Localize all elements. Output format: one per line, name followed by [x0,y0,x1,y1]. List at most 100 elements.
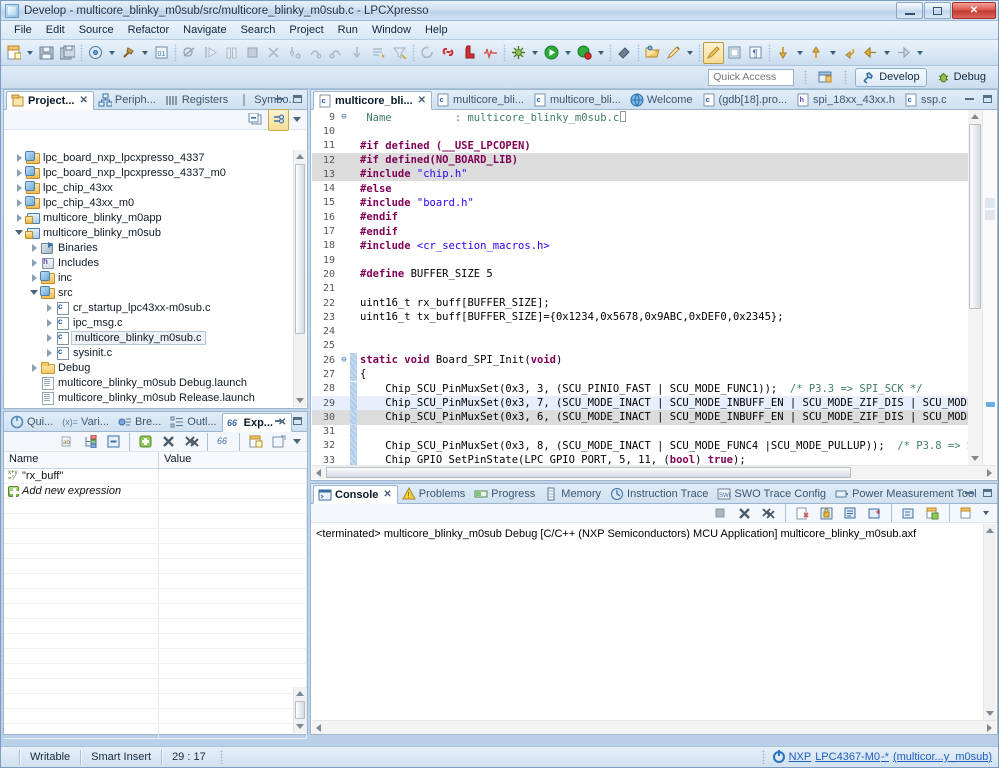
menu-source[interactable]: Source [72,22,121,38]
fold-marker[interactable]: ⊖ [338,355,350,365]
build-dropdown-arrow[interactable] [106,42,118,64]
code-line[interactable]: 13 #include "chip.h" [312,167,968,182]
run-icon[interactable] [541,42,562,64]
tab-project[interactable]: Project... ✕ [6,91,94,110]
tree-collapse-arrow[interactable] [13,230,25,235]
save-all-icon[interactable] [57,42,78,64]
tab-problems[interactable]: ! Problems [398,484,470,503]
tree-expand-arrow[interactable] [43,348,55,357]
code-line[interactable]: 26 ⊖ static void Board_SPI_Init(void) [312,353,968,368]
suspend-icon[interactable] [221,42,242,64]
remove-all-terminated-icon[interactable] [758,502,779,524]
scroll-right-arrow[interactable] [983,721,996,734]
status-target-suffix[interactable]: -* [881,751,889,763]
tree-item[interactable]: lpc_board_nxp_lpcxpresso_4337 [5,150,293,165]
code-line[interactable]: 21 [312,282,968,296]
tree-expand-arrow[interactable] [13,198,25,207]
tree-item[interactable]: multicore_blinky_m0sub.c [5,330,293,345]
tree-collapse-arrow[interactable] [28,290,40,295]
expression-value-cell[interactable] [159,469,307,483]
minimize-editor-icon[interactable] [963,92,976,105]
build-config-icon[interactable]: 01 [151,42,172,64]
status-target-device[interactable]: LPC4367-M0 [815,751,880,763]
toggle-mark-occurrences-icon[interactable] [703,41,724,64]
editor-vertical-scrollbar[interactable] [968,110,982,465]
tree-expand-arrow[interactable] [28,363,40,372]
expressions-scrollbar[interactable] [293,687,306,733]
code-line[interactable]: 17 #endif [312,224,968,238]
tab-console[interactable]: Console ✕ [313,485,398,504]
restart-icon[interactable] [417,42,438,64]
code-line[interactable]: 19 [312,253,968,267]
code-line[interactable]: 9 ⊖ Name : multicore_blinky_m0sub.c [312,110,968,124]
menu-project[interactable]: Project [282,22,330,38]
watch-expression-icon[interactable]: 66 [213,431,234,453]
scroll-up-arrow[interactable] [294,687,306,700]
menu-edit[interactable]: Edit [39,22,72,38]
tab-qui[interactable]: Qui... [6,412,58,431]
status-target-vendor[interactable]: NXP [789,751,812,763]
tab-registers[interactable]: Registers [161,90,233,109]
code-line[interactable]: 10 [312,124,968,138]
maximize-editor-icon[interactable] [981,92,994,105]
tree-item[interactable]: Includes [5,255,293,270]
minimize-view-icon[interactable] [273,414,286,427]
tab-close-icon[interactable]: ✕ [79,95,87,106]
trace-icon[interactable] [480,42,501,64]
debug-dropdown-arrow[interactable] [529,42,541,64]
remove-launch-icon[interactable] [734,502,755,524]
code-line[interactable]: 16 #endif [312,210,968,224]
tab-instruction-trace[interactable]: Instruction Trace [606,484,713,503]
next-annotation-icon[interactable] [773,42,794,64]
tab-power-measurement-tool[interactable]: Power Measurement Tool [831,484,982,503]
scroll-thumb[interactable] [295,164,305,334]
editor-horizontal-scrollbar[interactable] [312,465,996,479]
code-line[interactable]: 25 [312,339,968,353]
pin-console-icon[interactable] [864,502,885,524]
code-line[interactable]: 11 #if defined (__USE_LPCOPEN) [312,139,968,153]
tab-multicore-bli[interactable]: c multicore_bli... [529,90,626,109]
last-edit-location-icon[interactable] [839,42,860,64]
toolbar-drag-handle[interactable] [804,70,808,84]
new-console-view-icon[interactable] [956,502,977,524]
scroll-down-arrow[interactable] [294,720,306,733]
show-type-names-icon[interactable]: ab [57,431,78,453]
show-logical-structure-icon[interactable] [80,431,101,453]
perspective-debug-button[interactable]: Debug [931,68,992,87]
tree-expand-arrow[interactable] [13,168,25,177]
console-horizontal-scrollbar[interactable] [312,720,996,734]
tree-item[interactable]: multicore_blinky_m0sub Release.launch [5,390,293,405]
terminate-icon[interactable] [242,42,263,64]
new-file-icon[interactable] [3,42,24,64]
tree-item[interactable]: multicore_blinky_m0sub [5,225,293,240]
code-line[interactable]: 31 [312,424,968,439]
menu-refactor[interactable]: Refactor [121,22,177,38]
tab-periph[interactable]: Periph... [94,90,161,109]
console-output[interactable]: <terminated> multicore_blinky_m0sub Debu… [312,524,983,720]
perspective-develop-button[interactable]: Develop [855,67,927,87]
profile-icon[interactable] [574,42,595,64]
tree-expand-arrow[interactable] [13,183,25,192]
code-line[interactable]: 23 uint16_t tx_buff[BUFFER_SIZE]={0x1234,… [312,310,968,324]
editor-overview-ruler[interactable] [982,110,996,465]
tab-close-icon[interactable]: ✕ [383,489,391,500]
open-type-icon[interactable] [642,42,663,64]
code-line[interactable]: 30 Chip_SCU_PinMuxSet(0x3, 6, (SCU_MODE_… [312,410,968,425]
step-return-icon[interactable] [326,42,347,64]
scroll-left-arrow[interactable] [312,721,325,734]
previous-annotation-icon[interactable] [806,42,827,64]
tab-outl[interactable]: Outl... [166,412,221,431]
scroll-up-arrow[interactable] [294,150,306,163]
scroll-up-arrow[interactable] [984,524,996,537]
show-print-margin-icon[interactable]: ¶ [745,42,766,64]
tab-memory[interactable]: Memory [540,484,606,503]
tree-item[interactable]: multicore_blinky_m0app [5,210,293,225]
maximize-view-icon[interactable] [291,92,304,105]
expression-name-cell[interactable]: Add new expression [4,484,159,498]
link-with-editor-icon[interactable] [268,108,289,131]
terminate-icon[interactable] [710,502,731,524]
next-annotation-arrow[interactable] [794,42,806,64]
code-line[interactable]: 18 #include <cr_section_macros.h> [312,239,968,253]
view-menu-icon[interactable] [291,431,303,453]
code-line[interactable]: 32 Chip_SCU_PinMuxSet(0x3, 8, (SCU_MODE_… [312,438,968,453]
